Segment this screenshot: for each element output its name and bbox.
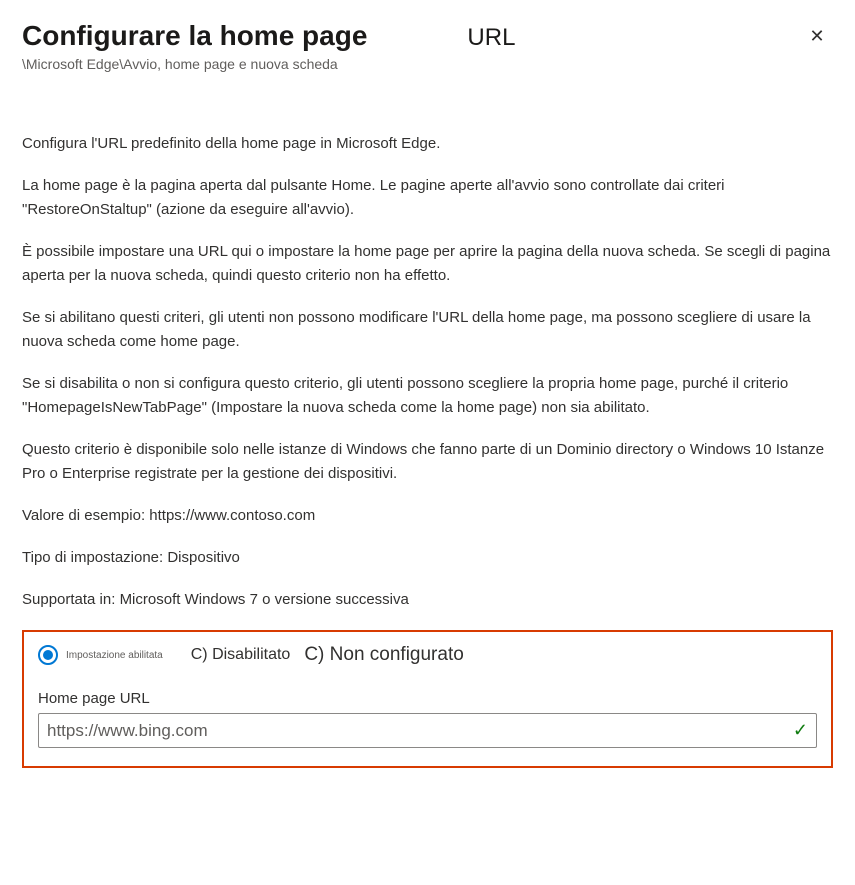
description-line-5: Se si disabilita o non si configura ques… [22,372,833,420]
description-line-6: Questo criterio è disponibile solo nelle… [22,438,833,486]
dialog-title-suffix: URL [467,24,515,52]
homepage-url-input[interactable] [47,721,785,741]
description-line-3: È possibile impostare una URL qui o impo… [22,240,833,288]
radio-disabled-label[interactable]: C) Disabilitato [191,646,291,664]
description-line-2: La home page è la pagina aperta dal puls… [22,174,833,222]
homepage-url-input-wrapper: ✓ [38,713,817,748]
radio-not-configured-label[interactable]: C) Non configurato [304,644,463,666]
radio-dot-icon [43,650,53,660]
description-line-7: Valore di esempio: https://www.contoso.c… [22,504,833,528]
radio-enabled[interactable] [38,645,58,665]
description-line-1: Configura l'URL predefinito della home p… [22,132,833,156]
description-line-9: Supportata in: Microsoft Windows 7 o ver… [22,588,833,612]
checkmark-icon: ✓ [793,720,808,741]
description-line-4: Se si abilitano questi criteri, gli uten… [22,306,833,354]
radio-group: Impostazione abilitata C) Disabilitato C… [38,644,817,666]
dialog-title: Configurare la home page [22,20,367,52]
radio-enabled-label: Impostazione abilitata [66,650,163,661]
description-line-8: Tipo di impostazione: Dispositivo [22,546,833,570]
close-button[interactable]: ✕ [801,20,833,52]
breadcrumb: \Microsoft Edge\Avvio, home page e nuova… [22,56,833,72]
policy-setting-panel: Impostazione abilitata C) Disabilitato C… [22,630,833,768]
close-icon: ✕ [809,26,824,47]
homepage-url-label: Home page URL [38,690,817,707]
